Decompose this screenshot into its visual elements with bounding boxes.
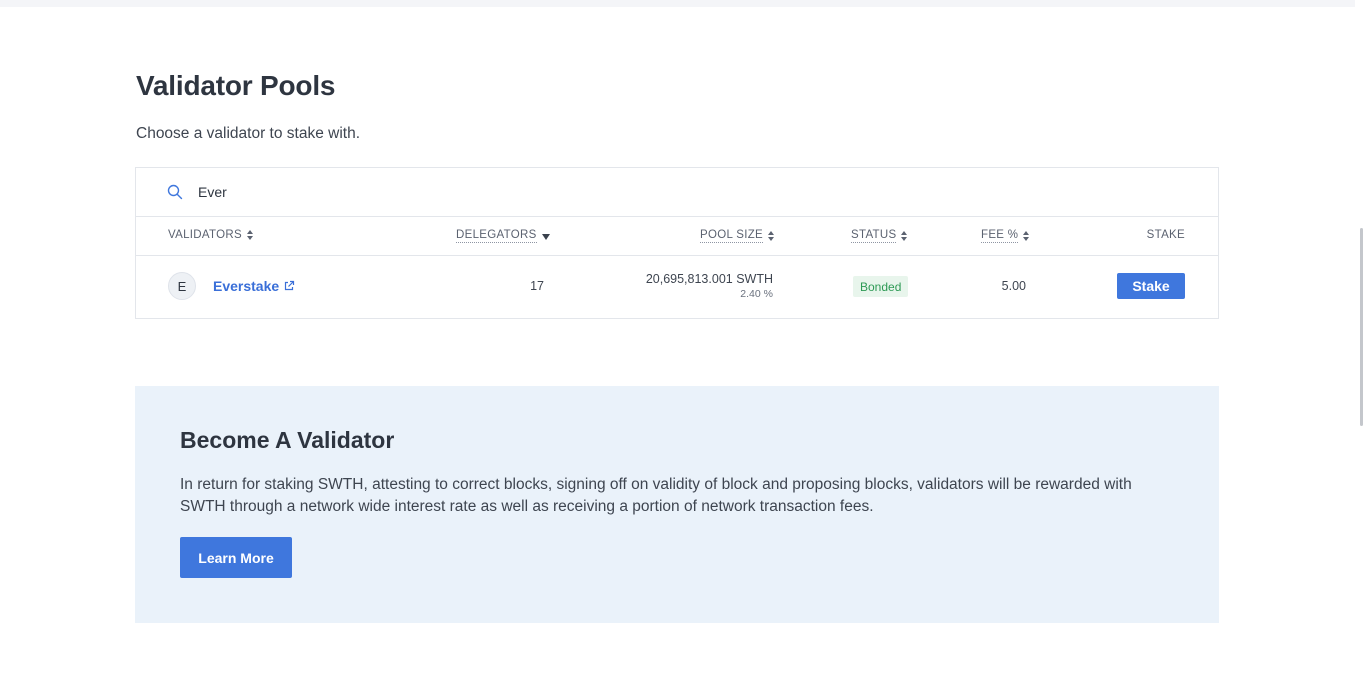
pool-share-percent: 2.40 % (740, 288, 773, 300)
column-label-status: STATUS (851, 229, 897, 243)
column-header-pool-size[interactable]: POOL SIZE (700, 229, 774, 243)
column-label-stake: STAKE (1146, 229, 1185, 241)
column-header-stake: STAKE (1147, 229, 1185, 241)
column-header-status[interactable]: STATUS (851, 229, 908, 243)
pool-size-cell: 20,695,813.001 SWTH 2.40 % (646, 272, 773, 300)
column-label-pool-size: POOL SIZE (700, 229, 763, 243)
sort-icon (901, 231, 908, 241)
fee-value: 5.00 (1001, 279, 1026, 293)
sort-descending-icon (541, 233, 550, 240)
search-icon (167, 184, 183, 200)
page-scrollbar[interactable] (1355, 0, 1366, 689)
column-header-validators[interactable]: VALIDATORS (168, 229, 253, 241)
external-link-icon (285, 280, 295, 291)
sort-icon (246, 230, 253, 240)
avatar: E (168, 272, 196, 300)
validators-panel: VALIDATORS DELEGATORS POOL SIZE STATUS F… (135, 167, 1219, 319)
column-label-delegators: DELEGATORS (456, 229, 537, 243)
top-strip (0, 0, 1366, 7)
column-label-validators: VALIDATORS (168, 229, 242, 241)
column-header-delegators[interactable]: DELEGATORS (456, 229, 550, 243)
table-row: E Everstake 17 20,695,813.001 SWTH 2.40 … (136, 256, 1218, 318)
validator-link[interactable]: Everstake (213, 278, 295, 294)
column-label-fee: FEE % (981, 229, 1019, 243)
column-header-fee[interactable]: FEE % (981, 229, 1030, 243)
delegators-count: 17 (530, 279, 544, 293)
pool-size-value: 20,695,813.001 SWTH (645, 272, 773, 286)
promo-text: In return for staking SWTH, attesting to… (180, 476, 1132, 515)
sort-icon (768, 231, 774, 241)
scrollbar-thumb[interactable] (1360, 228, 1363, 426)
become-validator-banner: Become A Validator In return for staking… (135, 386, 1219, 623)
stake-button[interactable]: Stake (1117, 273, 1185, 299)
page-subtitle: Choose a validator to stake with. (136, 125, 361, 142)
learn-more-button[interactable]: Learn More (180, 537, 292, 578)
promo-title: Become A Validator (180, 427, 395, 453)
table-header: VALIDATORS DELEGATORS POOL SIZE STATUS F… (136, 217, 1218, 256)
status-badge: Bonded (853, 276, 909, 297)
search-input[interactable] (198, 180, 798, 204)
page-title: Validator Pools (136, 70, 336, 101)
search-bar (136, 168, 1218, 217)
validator-name: Everstake (213, 278, 280, 294)
sort-icon (1023, 231, 1030, 241)
